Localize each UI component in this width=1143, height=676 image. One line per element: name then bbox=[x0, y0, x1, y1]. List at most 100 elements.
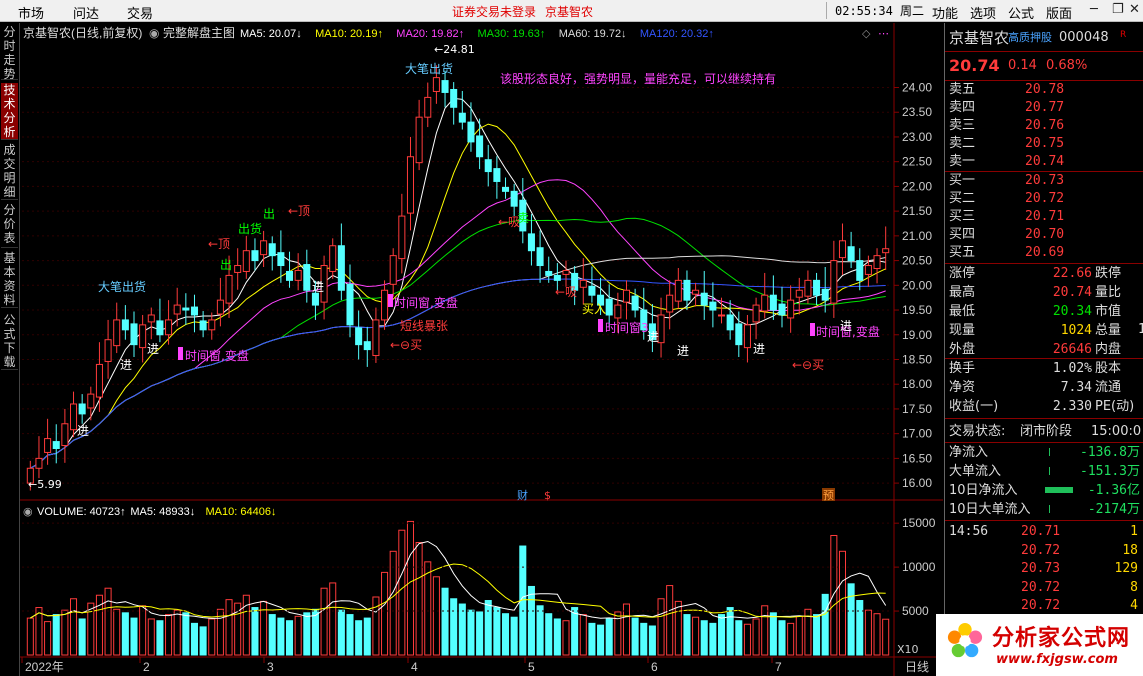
tab-trade-details[interactable]: 成交明细 bbox=[1, 143, 18, 200]
annotation-sell-out: 出货 bbox=[238, 221, 262, 236]
volume-toggle-icon[interactable]: ◉ bbox=[23, 505, 33, 518]
candle-body bbox=[527, 233, 535, 252]
candle-body bbox=[847, 246, 855, 262]
volume-bar bbox=[743, 623, 751, 656]
candle-body bbox=[726, 314, 734, 331]
volume-bar bbox=[44, 621, 52, 656]
tab-price-table[interactable]: 分价表 bbox=[1, 203, 18, 248]
volume-bar bbox=[769, 612, 777, 656]
annotation-sell-mark: 卖 bbox=[517, 211, 529, 225]
pledge-tag[interactable]: 高质押股 bbox=[1008, 29, 1052, 45]
finance-event-icon[interactable]: 财 bbox=[517, 488, 528, 502]
logo-title: 分析家公式网 bbox=[992, 626, 1131, 651]
close-icon[interactable]: ✕ bbox=[1129, 2, 1140, 17]
candle-body bbox=[398, 215, 406, 260]
volume-bar bbox=[381, 571, 389, 656]
forecast-event-icon[interactable]: 预 bbox=[823, 489, 834, 502]
bid-label: 买一 bbox=[949, 173, 976, 188]
ask-label: 卖四 bbox=[949, 100, 976, 115]
annotation-top-2: ←顶 bbox=[208, 237, 230, 251]
candle-body bbox=[873, 255, 881, 269]
volume-bar bbox=[139, 605, 147, 656]
volume-bar bbox=[69, 598, 78, 656]
annotation-comment: 该股形态良好，强势明显，量能充足，可以继续持有 bbox=[500, 71, 776, 86]
bid-price: 20.71 bbox=[1025, 209, 1065, 224]
volume-bar bbox=[873, 613, 881, 656]
r-icon[interactable]: R bbox=[1120, 30, 1126, 40]
volume-bar bbox=[864, 609, 872, 656]
flower-logo-icon bbox=[947, 622, 983, 658]
candle-body bbox=[752, 304, 760, 323]
menu-trade[interactable]: 交易 bbox=[127, 3, 153, 22]
price-tick-label: 19.00 bbox=[902, 328, 932, 342]
tick-time: 14:56 bbox=[949, 524, 989, 539]
menu-function[interactable]: 功能 bbox=[932, 3, 958, 22]
clock: 02:55:34 周二 bbox=[835, 4, 925, 18]
login-warning[interactable]: 证券交易未登录 bbox=[452, 3, 536, 20]
stat-label: 最低 bbox=[949, 304, 976, 319]
candle-body bbox=[683, 279, 691, 301]
menu-formula[interactable]: 公式 bbox=[1008, 3, 1034, 22]
formula-name[interactable]: 完整解盘主图 bbox=[163, 25, 235, 40]
settings-icon[interactable]: ⋯ bbox=[878, 27, 889, 40]
stat-value: 20.34 bbox=[1052, 304, 1092, 319]
tab-technical-analysis[interactable]: 技术分析 bbox=[1, 83, 18, 140]
marker-bar bbox=[178, 347, 183, 360]
stat-label: 换手 bbox=[949, 361, 976, 376]
tick-price: 20.73 bbox=[1021, 561, 1061, 576]
flow-label: 大单流入 bbox=[949, 464, 1002, 479]
volume-bar bbox=[251, 607, 259, 656]
stat-value: 1.02% bbox=[1052, 361, 1092, 376]
volume-bar bbox=[648, 625, 656, 656]
kline-chart[interactable]: 京基智农(日线,前复权) ◉ 完整解盘主图 MA5: 20.07↓ MA10: 2… bbox=[20, 23, 943, 676]
period-label[interactable]: 日线 bbox=[905, 660, 929, 674]
menu-options[interactable]: 选项 bbox=[970, 3, 996, 22]
price-tick-label: 18.00 bbox=[902, 377, 932, 391]
tab-intraday[interactable]: 分时走势 bbox=[1, 25, 18, 81]
candle-body bbox=[666, 294, 674, 313]
volume-bar bbox=[165, 614, 173, 656]
candle-body bbox=[579, 279, 587, 288]
volume-bar bbox=[821, 593, 829, 656]
annotation-window-2: 时间窗,变盘 bbox=[394, 295, 458, 310]
candle-body bbox=[562, 269, 570, 275]
tab-formula-download[interactable]: 公式下载 bbox=[1, 313, 18, 370]
quote-panel: 京基智农 高质押股 000048 R 20.74 0.14 0.68% 卖五 20… bbox=[944, 23, 1143, 676]
flow-row: 净流入 -136.8万 bbox=[945, 444, 1143, 462]
stock-name: 京基智农 bbox=[949, 29, 1010, 47]
candle-body bbox=[458, 112, 466, 123]
bid-row: 买五 20.69 bbox=[945, 244, 1143, 262]
diamond-icon[interactable]: ◇ bbox=[862, 27, 871, 40]
candle-body bbox=[536, 247, 544, 267]
stat-label: 涨停 bbox=[949, 266, 976, 281]
candle-body bbox=[821, 288, 829, 301]
logo-url[interactable]: www.fxjgsw.com bbox=[996, 652, 1118, 667]
trade-status-time: 15:00:0 bbox=[1091, 424, 1142, 439]
volume-bar bbox=[182, 612, 190, 656]
formula-toggle-icon[interactable]: ◉ bbox=[149, 26, 159, 40]
annotation-enter-2: 进 bbox=[120, 358, 132, 372]
candle-body bbox=[674, 279, 682, 302]
volume-tick-label: 15000 bbox=[902, 516, 936, 530]
flow-value: -2174万 bbox=[1087, 502, 1140, 517]
menu-wenda[interactable]: 问达 bbox=[73, 3, 99, 22]
candle-body bbox=[190, 306, 199, 316]
volume-bar bbox=[320, 587, 328, 656]
date-tick-label: 2 bbox=[143, 660, 150, 674]
volume-bar bbox=[294, 615, 302, 656]
volume-bar bbox=[173, 609, 181, 656]
menu-layout[interactable]: 版面 bbox=[1046, 3, 1072, 22]
minimize-icon[interactable]: ─ bbox=[1090, 2, 1098, 17]
tick-price: 20.72 bbox=[1021, 598, 1061, 613]
stat-row: 最低 20.34 市值 bbox=[945, 303, 1143, 321]
price-tick-label: 21.50 bbox=[902, 204, 932, 218]
tab-profile[interactable]: 基本资料 bbox=[1, 251, 18, 308]
stat-value: 7.34 bbox=[1060, 380, 1092, 395]
candle-body bbox=[355, 327, 363, 346]
stat-label: 外盘 bbox=[949, 342, 976, 357]
candle-body bbox=[260, 240, 268, 256]
price-tick-label: 24.00 bbox=[902, 81, 932, 95]
restore-icon[interactable]: ❐ bbox=[1112, 2, 1124, 17]
menu-market[interactable]: 市场 bbox=[18, 3, 44, 22]
dividend-event-icon[interactable]: $ bbox=[544, 489, 551, 502]
